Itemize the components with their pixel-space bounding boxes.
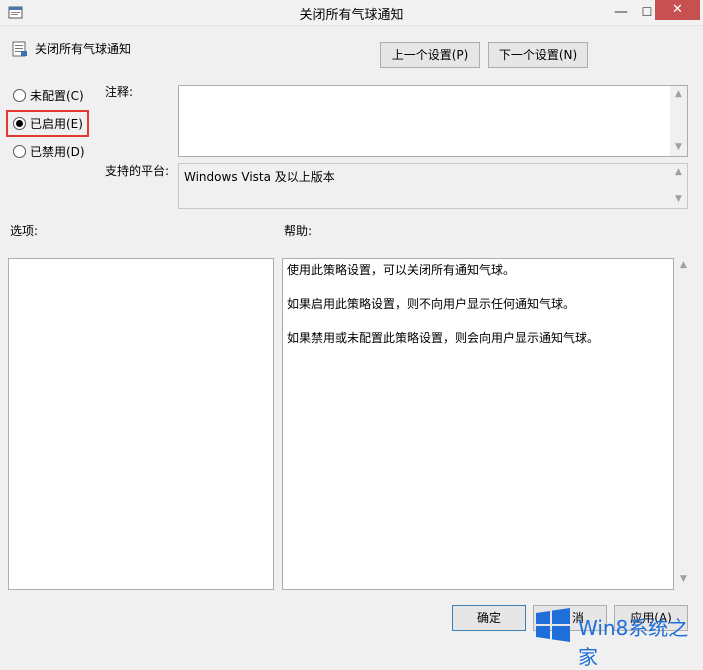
policy-title: 关闭所有气球通知 [35,42,132,56]
help-pane: 使用此策略设置，可以关闭所有通知气球。 如果启用此策略设置，则不向用户显示任何通… [282,258,674,590]
policy-setting-icon [12,41,27,57]
next-setting-button[interactable]: 下一个设置(N) [488,42,588,68]
options-pane [8,258,274,590]
comment-textarea[interactable]: ▲ ▼ [178,85,688,157]
help-paragraph: 使用此策略设置，可以关闭所有通知气球。 [287,263,516,277]
watermark-text: Win8系统之家 [578,616,689,669]
comment-scrollbar[interactable]: ▲ ▼ [670,86,687,156]
scroll-down-arrow-icon[interactable]: ▼ [670,191,687,208]
scroll-down-arrow-icon[interactable]: ▼ [675,574,692,584]
help-scrollbar[interactable]: ▲ ▼ [675,258,692,590]
radio-not-configured[interactable]: 未配置(C) [13,86,84,104]
ok-button[interactable]: 确定 [452,605,526,631]
radio-disabled-label: 已禁用(D) [30,144,85,159]
scroll-up-arrow-icon[interactable]: ▲ [670,86,687,103]
comment-label: 注释: [105,85,134,99]
radio-disabled[interactable]: 已禁用(D) [13,142,85,160]
scroll-up-arrow-icon[interactable]: ▲ [675,260,692,270]
help-text: 使用此策略设置，可以关闭所有通知气球。 如果启用此策略设置，则不向用户显示任何通… [287,262,667,364]
radio-disabled-circle[interactable] [13,144,26,158]
scroll-down-arrow-icon[interactable]: ▼ [670,139,687,156]
platform-scrollbar[interactable]: ▲ ▼ [670,164,687,208]
title-bar: 关闭所有气球通知 — ☐ ✕ [0,0,703,26]
help-paragraph: 如果启用此策略设置，则不向用户显示任何通知气球。 [287,297,576,311]
close-button[interactable]: ✕ [655,0,700,20]
platform-label: 支持的平台: [105,164,170,178]
platform-field: Windows Vista 及以上版本 ▲ ▼ [178,163,688,209]
window-title: 关闭所有气球通知 [299,8,404,23]
radio-not-configured-circle[interactable] [13,88,26,102]
scroll-up-arrow-icon[interactable]: ▲ [670,164,687,181]
previous-setting-button[interactable]: 上一个设置(P) [380,42,480,68]
radio-not-configured-label: 未配置(C) [30,88,84,103]
help-label: 帮助: [284,224,313,238]
platform-value: Windows Vista 及以上版本 [184,170,335,184]
options-label: 选项: [10,224,39,238]
help-paragraph: 如果禁用或未配置此策略设置，则会向用户显示通知气球。 [287,331,600,345]
highlight-annotation-box [6,110,89,137]
windows-logo-icon [536,608,570,642]
